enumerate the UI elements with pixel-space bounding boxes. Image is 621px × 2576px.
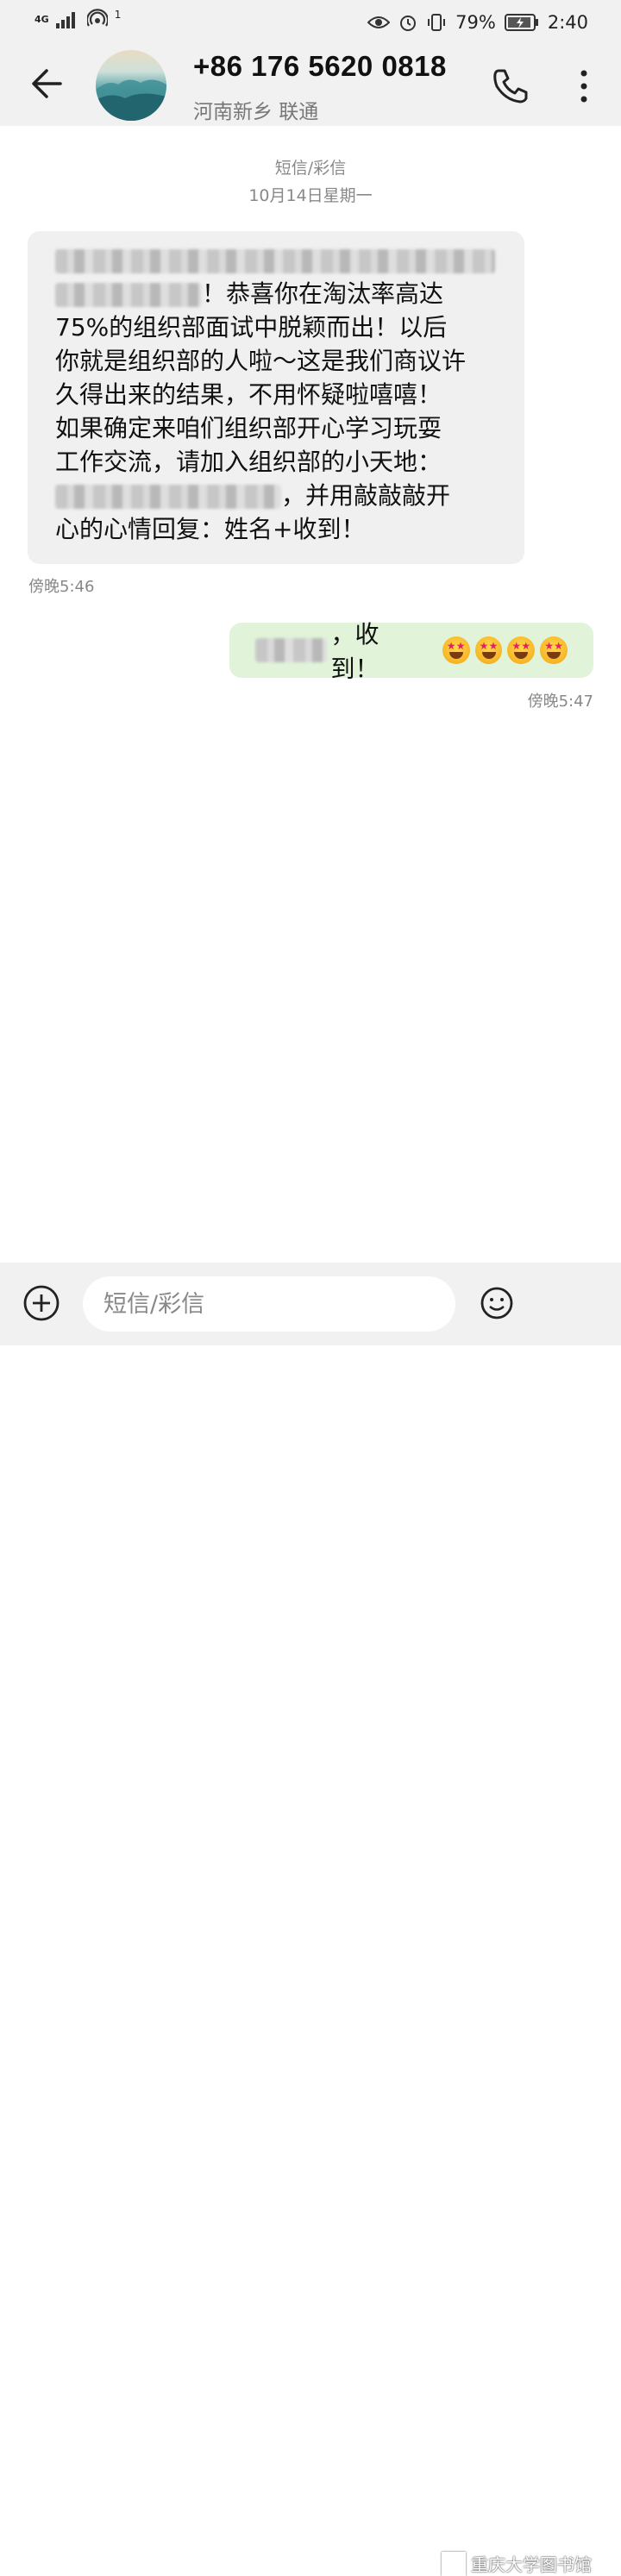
- conversation-header: +86 176 5620 0818 河南新乡 联通: [0, 45, 621, 126]
- conversation-date: 10月14日星期一: [248, 186, 373, 205]
- message-line: ，并用敲敲敲开: [55, 479, 504, 512]
- outgoing-message-bubble[interactable]: ，收到！: [229, 620, 593, 683]
- status-bar: 4G 1 79% 2:40: [0, 0, 621, 45]
- contact-number[interactable]: +86 176 5620 0818: [193, 50, 447, 83]
- arrow-left-icon: [32, 69, 62, 98]
- hotspot-icon: [86, 9, 108, 27]
- conversation-type-label: 短信/彩信: [274, 159, 347, 178]
- outgoing-message-text: ，收到！: [330, 620, 380, 683]
- battery-percent: 79%: [455, 12, 496, 33]
- star-struck-emoji-icon: [540, 636, 568, 664]
- back-button[interactable]: [26, 62, 69, 105]
- incoming-message-time: 傍晚5:46: [28, 578, 95, 596]
- star-struck-emoji-icon: [507, 636, 536, 664]
- contact-avatar[interactable]: [96, 50, 166, 121]
- add-attachment-button[interactable]: [22, 1284, 60, 1322]
- redacted-text: [55, 485, 281, 509]
- battery-charging-icon: [504, 14, 538, 31]
- mountain-landscape-image: [96, 79, 166, 121]
- outgoing-message-time: 傍晚5:47: [527, 693, 593, 711]
- redacted-text: [55, 249, 495, 273]
- vibrate-icon: [428, 14, 446, 31]
- signal-icon: [55, 12, 75, 28]
- star-struck-emoji-icon: [442, 636, 470, 664]
- more-vertical-icon: [580, 70, 587, 103]
- network-type: 4G: [34, 13, 49, 25]
- message-line: [55, 243, 504, 277]
- smiley-icon: [480, 1287, 513, 1319]
- redacted-text: [55, 283, 202, 307]
- eye-icon: [367, 16, 391, 28]
- message-line: 你就是组织部的人啦～这是我们商议许: [55, 347, 467, 375]
- compose-bar: 重庆大学图书馆: [0, 1263, 621, 2576]
- status-right: 79% 2:40: [367, 10, 588, 34]
- message-line: 工作交流，请加入组织部的小天地：: [55, 448, 442, 476]
- call-button[interactable]: [490, 66, 531, 107]
- message-line: 如果确定来咱们组织部开心学习玩耍: [55, 414, 442, 442]
- phone-icon: [493, 69, 528, 103]
- status-left: 4G 1: [34, 9, 121, 29]
- alarm-icon: [400, 16, 417, 31]
- message-input[interactable]: [83, 1276, 455, 1332]
- plus-circle-icon: [23, 1285, 60, 1321]
- emoji-button[interactable]: [480, 1286, 514, 1320]
- message-line: ！恭喜你在淘汰率高达: [55, 277, 504, 310]
- library-logo-icon: [442, 2551, 466, 2576]
- redacted-text: [254, 638, 328, 662]
- star-struck-emoji-icon: [474, 636, 503, 664]
- incoming-message-bubble[interactable]: ！恭喜你在淘汰率高达 75%的组织部面试中脱颖而出！以后 你就是组织部的人啦～这…: [28, 231, 524, 564]
- library-watermark: 重庆大学图书馆: [442, 2551, 592, 2576]
- message-line: 久得出来的结果，不用怀疑啦嘻嘻！: [55, 380, 442, 409]
- watermark-text: 重庆大学图书馆: [471, 2554, 592, 2575]
- more-options-button[interactable]: [571, 66, 597, 107]
- contact-location: 河南新乡 联通: [193, 101, 319, 123]
- message-line: 心的心情回复：姓名+收到！: [55, 515, 366, 543]
- hotspot-count: 1: [114, 9, 122, 21]
- clock-time: 2:40: [547, 12, 588, 33]
- message-line: 75%的组织部面试中脱颖而出！以后: [55, 313, 448, 342]
